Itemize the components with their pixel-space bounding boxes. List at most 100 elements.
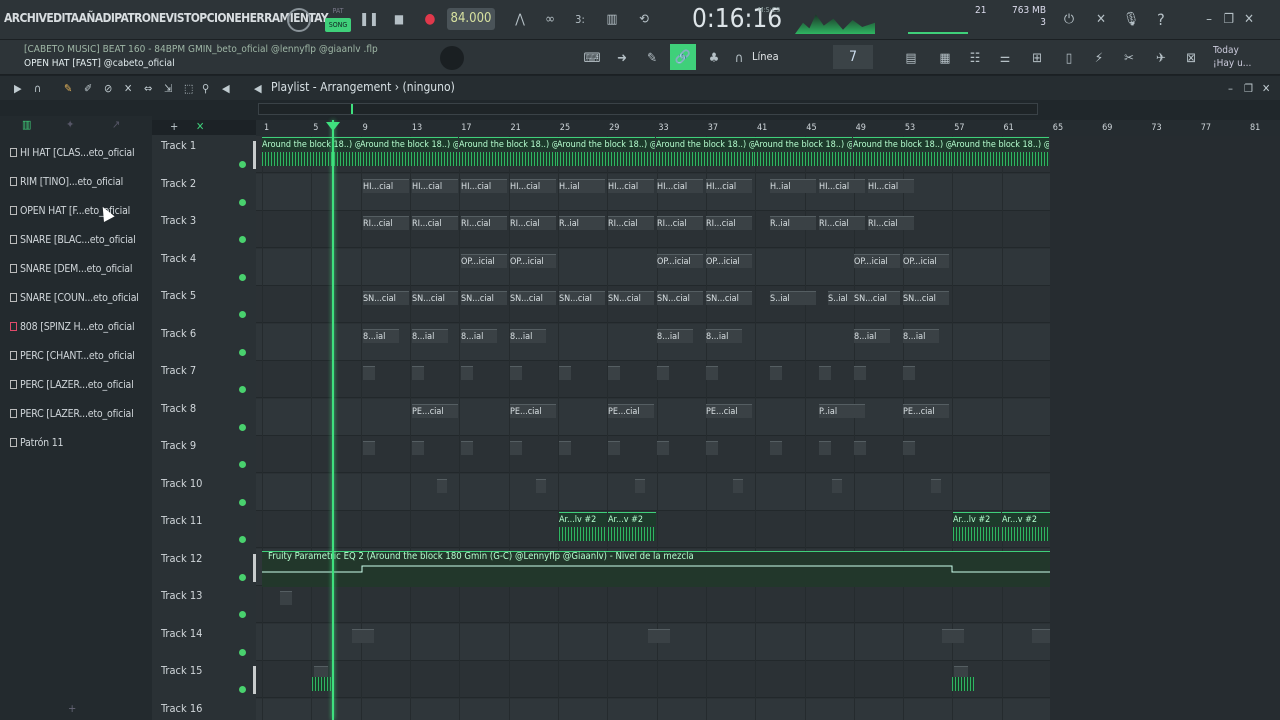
track-name[interactable]: Track 11	[161, 514, 202, 527]
picker-item[interactable]: 808 [SPINZ H...eto_oficial	[10, 317, 140, 337]
link-icon[interactable]: 🔗	[670, 44, 696, 70]
pattern-clip[interactable]	[412, 366, 424, 380]
pitch-knob[interactable]	[440, 46, 464, 70]
pattern-clip[interactable]: 8...ial	[412, 328, 448, 343]
pattern-clip[interactable]: Ar...v #2	[608, 512, 656, 526]
track-name[interactable]: Track 16	[161, 702, 202, 715]
pattern-clip[interactable]	[536, 478, 546, 493]
audio-clip[interactable]: Around the block 18..) @Lennyflp @Giaanl…	[459, 137, 557, 151]
track-name[interactable]: Track 12	[161, 552, 202, 565]
loop-record-icon[interactable]: ⟲	[632, 8, 656, 30]
plugin-icon[interactable]: ⚡	[1088, 48, 1110, 68]
pattern-clip[interactable]: RI...cial	[657, 216, 703, 230]
pattern-clip[interactable]: PE...cial	[510, 403, 556, 418]
pattern-clip[interactable]: R..ial	[559, 216, 605, 230]
close-icon[interactable]: ✕	[1240, 8, 1258, 30]
pattern-clip[interactable]: RI...cial	[363, 216, 409, 230]
pattern-clip[interactable]	[903, 366, 915, 380]
pattern-clip[interactable]	[706, 441, 718, 455]
snap-value[interactable]: 7	[833, 45, 873, 69]
metronome-icon[interactable]: ⋀	[508, 8, 532, 30]
pattern-clip[interactable]: 8...ial	[363, 328, 399, 343]
audio-clip[interactable]: Around the block 18..) @Lennyflp @Giaanl…	[951, 137, 1049, 151]
pattern-clip[interactable]: HI...cial	[608, 178, 654, 193]
pattern-clip[interactable]: HI...cial	[819, 178, 865, 193]
pattern-clip[interactable]: SN...cial	[363, 291, 409, 305]
speaker-icon[interactable]: ◀	[222, 82, 230, 95]
pattern-clip[interactable]	[412, 441, 424, 455]
pattern-clip[interactable]: OP...icial	[903, 253, 949, 268]
pattern-clip[interactable]	[559, 366, 571, 380]
picker-item[interactable]: PERC [LAZER...eto_oficial	[10, 404, 140, 424]
pattern-clip[interactable]	[608, 441, 620, 455]
pattern-clip[interactable]: SN...cial	[412, 291, 458, 305]
picker-item[interactable]: HI HAT [CLAS...eto_oficial	[10, 143, 140, 163]
pattern-clip[interactable]	[461, 441, 473, 455]
track-name[interactable]: Track 1	[161, 139, 196, 152]
pattern-clip[interactable]: PE...cial	[412, 403, 458, 418]
pattern-clip[interactable]	[559, 441, 571, 455]
mute-icon[interactable]: ✕	[124, 82, 132, 95]
pattern-clip[interactable]	[363, 366, 375, 380]
playhead-marker-icon[interactable]	[326, 122, 340, 131]
pat-song-toggle[interactable]: PAT SONG	[325, 4, 351, 34]
delete-icon[interactable]: ⊘	[104, 82, 112, 95]
track-name[interactable]: Track 14	[161, 627, 202, 640]
pattern-clip[interactable]: 8...ial	[657, 328, 693, 343]
picker-item[interactable]: PERC [LAZER...eto_oficial	[10, 375, 140, 395]
pattern-clip[interactable]: RI...cial	[461, 216, 507, 230]
pattern-clip[interactable]: H..ial	[559, 178, 605, 193]
keyboard-icon[interactable]: ⌨	[582, 48, 602, 68]
pattern-clip[interactable]	[942, 628, 964, 643]
menu-opciones[interactable]: OPCIONE	[191, 11, 242, 25]
pattern-clip[interactable]	[280, 591, 292, 605]
pattern-clip[interactable]	[437, 478, 447, 493]
audio-clip[interactable]: Around the block 18..) @Lennyflp @Giaanl…	[360, 137, 458, 151]
piano-roll-icon[interactable]: ▦	[934, 48, 956, 68]
remove-track-icon[interactable]: ✕	[196, 120, 204, 133]
countdown-icon[interactable]: 3:	[568, 8, 592, 30]
arrow-right-icon[interactable]: ➜	[612, 48, 632, 68]
panel-minimize-icon[interactable]: –	[1228, 82, 1233, 95]
pattern-clip[interactable]	[819, 441, 831, 455]
pattern-clip[interactable]: OP...icial	[657, 253, 703, 268]
pattern-clip[interactable]: 8...ial	[854, 328, 890, 343]
pattern-clip[interactable]: SN...cial	[510, 291, 556, 305]
pause-icon[interactable]: ❚❚	[359, 10, 379, 28]
track-name[interactable]: Track 10	[161, 477, 202, 490]
audio-picker-icon[interactable]: ✦	[66, 118, 74, 131]
pattern-clip[interactable]: PE...cial	[903, 403, 949, 418]
pattern-clip[interactable]: RI...cial	[706, 216, 752, 230]
track-name[interactable]: Track 7	[161, 364, 196, 377]
pattern-clip[interactable]: H..ial	[770, 178, 816, 193]
track-name[interactable]: Track 13	[161, 589, 202, 602]
snap-mode-label[interactable]: Línea	[752, 50, 779, 63]
picker-item[interactable]: PERC [CHANT...eto_oficial	[10, 346, 140, 366]
track-name[interactable]: Track 15	[161, 664, 202, 677]
pattern-clip[interactable]: S..ial	[770, 291, 816, 305]
pattern-clip[interactable]: HI...cial	[868, 178, 914, 193]
pattern-clip[interactable]	[635, 478, 645, 493]
picker-item[interactable]: SNARE [DEM...eto_oficial	[10, 259, 140, 279]
brush-icon[interactable]: ✎	[642, 48, 662, 68]
pattern-clip[interactable]	[854, 441, 866, 455]
record-icon[interactable]: ●	[421, 10, 439, 28]
audio-clip[interactable]: Around the block 18..) @Lennyflp @Giaanl…	[262, 137, 360, 151]
menu-editar[interactable]: EDITA	[46, 11, 79, 25]
pattern-clip[interactable]: SN...cial	[706, 291, 752, 305]
pattern-clip[interactable]: 8...ial	[706, 328, 742, 343]
track-name[interactable]: Track 6	[161, 327, 196, 340]
track-mute-led[interactable]	[239, 348, 246, 356]
pencil-icon[interactable]: ✎	[64, 82, 72, 95]
pattern-clip[interactable]	[903, 441, 915, 455]
picker-item[interactable]: OPEN HAT [F...eto_oficial	[10, 201, 140, 221]
pattern-clip[interactable]: SN...cial	[854, 291, 900, 305]
menu-archivo[interactable]: ARCHIV	[4, 11, 47, 25]
file-icon[interactable]: ▯	[1058, 48, 1080, 68]
track-mute-led[interactable]	[239, 573, 246, 581]
slip-icon[interactable]: ⇔	[144, 82, 152, 95]
pattern-clip[interactable]: PE...cial	[608, 403, 654, 418]
minimize-icon[interactable]: –	[1200, 8, 1218, 30]
pattern-clip[interactable]: RI...cial	[819, 216, 865, 230]
pattern-clip[interactable]	[657, 441, 669, 455]
